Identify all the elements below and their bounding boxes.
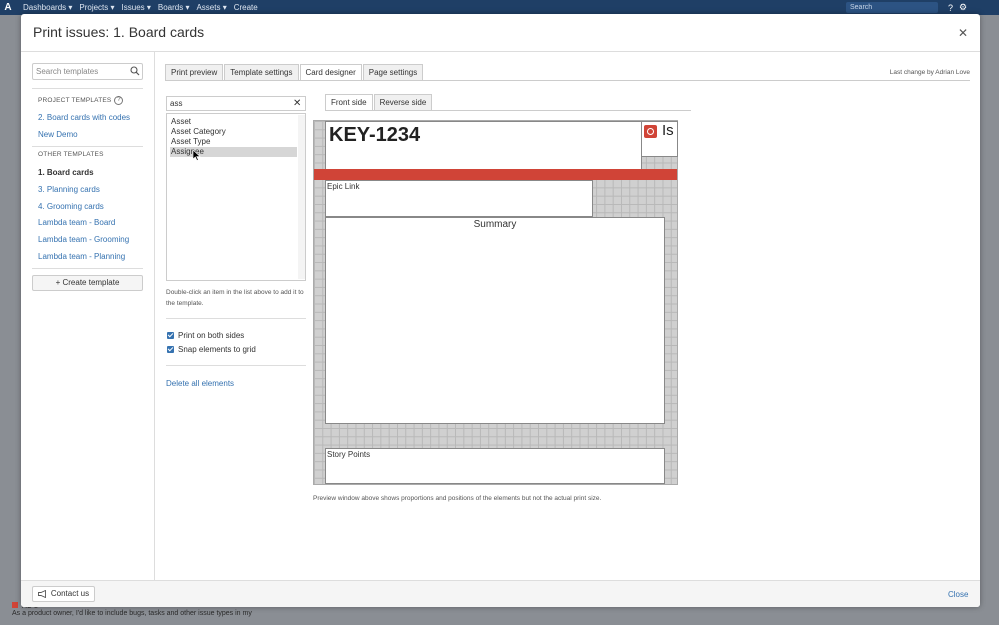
dialog-title: Print issues: 1. Board cards bbox=[33, 24, 205, 40]
snap-to-grid-label: Snap elements to grid bbox=[178, 345, 256, 354]
preview-note: Preview window above shows proportions a… bbox=[313, 495, 602, 502]
divider bbox=[166, 365, 306, 366]
global-search-input[interactable]: Search bbox=[846, 2, 938, 13]
close-button[interactable]: Close bbox=[948, 590, 968, 599]
tab-reverse-side[interactable]: Reverse side bbox=[373, 94, 433, 110]
close-icon[interactable]: ✕ bbox=[958, 26, 968, 40]
card-element-issue-key[interactable]: KEY-1234 bbox=[325, 121, 642, 171]
dialog-footer: Contact us Close bbox=[21, 580, 980, 607]
card-element-summary[interactable]: Summary bbox=[325, 217, 665, 424]
field-item-asset-category[interactable]: Asset Category bbox=[170, 127, 297, 137]
divider bbox=[166, 318, 306, 319]
megaphone-icon bbox=[37, 590, 46, 598]
last-change-info: Last change by Adrian Love bbox=[889, 69, 970, 76]
contact-us-label: Contact us bbox=[50, 589, 90, 598]
print-both-sides-label: Print on both sides bbox=[178, 331, 245, 340]
field-item-asset-type[interactable]: Asset Type bbox=[170, 137, 297, 147]
template-link-new-demo[interactable]: New Demo bbox=[38, 130, 78, 139]
nav-create-button[interactable]: Create bbox=[234, 3, 258, 12]
card-side-tabs: Front side Reverse side bbox=[325, 94, 433, 110]
top-navigation: A Dashboards ▾ Projects ▾ Issues ▾ Board… bbox=[0, 0, 999, 15]
card-element-epic-link[interactable]: Epic Link bbox=[325, 180, 593, 217]
settings-gear-icon[interactable]: ⚙ bbox=[959, 2, 967, 13]
field-list[interactable]: Asset Asset Category Asset Type Assignee bbox=[166, 113, 306, 281]
template-sidebar: PROJECT TEMPLATES ? 2. Board cards with … bbox=[21, 52, 155, 580]
checkbox-checked-icon[interactable] bbox=[167, 332, 174, 339]
top-icons: ? ⚙ bbox=[948, 1, 996, 14]
divider bbox=[32, 268, 143, 269]
tab-template-settings[interactable]: Template settings bbox=[224, 64, 299, 80]
template-link-lambda-board[interactable]: Lambda team - Board bbox=[38, 218, 115, 227]
create-template-label: Create template bbox=[62, 278, 120, 287]
tab-print-preview[interactable]: Print preview bbox=[165, 64, 224, 80]
help-circle-icon[interactable]: ? bbox=[114, 96, 124, 105]
dialog-header: Print issues: 1. Board cards ✕ bbox=[21, 14, 980, 52]
side-tab-underline bbox=[325, 110, 691, 111]
field-item-asset[interactable]: Asset bbox=[170, 117, 297, 127]
summary-label: Summary bbox=[473, 219, 517, 230]
card-element-issue-type[interactable]: Is bbox=[641, 121, 678, 157]
nav-dashboards[interactable]: Dashboards ▾ bbox=[23, 3, 72, 12]
template-link-board-cards[interactable]: 1. Board cards bbox=[38, 168, 94, 177]
template-search-box[interactable] bbox=[32, 63, 143, 80]
card-element-color-bar[interactable] bbox=[314, 169, 677, 180]
story-points-label: Story Points bbox=[327, 450, 371, 459]
divider bbox=[32, 146, 143, 147]
template-link-grooming-cards[interactable]: 4. Grooming cards bbox=[38, 202, 104, 211]
template-link-lambda-planning[interactable]: Lambda team - Planning bbox=[38, 252, 125, 261]
nav-issues[interactable]: Issues ▾ bbox=[122, 3, 151, 12]
project-templates-heading: PROJECT TEMPLATES ? bbox=[38, 96, 124, 105]
field-list-scrollbar[interactable] bbox=[298, 115, 305, 279]
main-panel: Print preview Template settings Card des… bbox=[155, 52, 980, 580]
template-link-planning-cards[interactable]: 3. Planning cards bbox=[38, 185, 100, 194]
card-design-canvas[interactable]: KEY-1234 Is Epic Link Summary Story Poin… bbox=[313, 120, 678, 485]
card-element-story-points[interactable]: Story Points bbox=[325, 448, 665, 484]
tab-front-side[interactable]: Front side bbox=[325, 94, 373, 110]
template-link-board-cards-codes[interactable]: 2. Board cards with codes bbox=[38, 113, 130, 122]
help-icon[interactable]: ? bbox=[948, 3, 953, 13]
field-item-assignee[interactable]: Assignee bbox=[170, 147, 297, 157]
nav-assets[interactable]: Assets ▾ bbox=[196, 3, 226, 12]
contact-us-button[interactable]: Contact us bbox=[32, 586, 95, 602]
issue-type-text: Is bbox=[662, 122, 674, 139]
other-templates-heading: OTHER TEMPLATES bbox=[38, 151, 104, 158]
mouse-pointer-icon bbox=[193, 150, 201, 161]
template-search-input[interactable] bbox=[33, 64, 123, 79]
project-templates-label: PROJECT TEMPLATES bbox=[38, 97, 112, 104]
tab-page-settings[interactable]: Page settings bbox=[362, 64, 424, 80]
nav-projects[interactable]: Projects ▾ bbox=[79, 3, 114, 12]
epic-link-label: Epic Link bbox=[327, 182, 360, 191]
print-issues-dialog: Print issues: 1. Board cards ✕ PROJECT T… bbox=[21, 14, 980, 607]
issue-type-bug-icon bbox=[644, 125, 657, 138]
field-filter-input[interactable] bbox=[167, 97, 287, 110]
clear-filter-icon[interactable]: ✕ bbox=[293, 97, 301, 110]
delete-all-elements-link[interactable]: Delete all elements bbox=[166, 379, 234, 388]
issue-key-text: KEY-1234 bbox=[329, 124, 421, 146]
divider bbox=[32, 88, 143, 89]
tab-underline bbox=[165, 80, 970, 81]
main-tabs: Print preview Template settings Card des… bbox=[165, 64, 424, 80]
field-list-hint: Double-click an item in the list above t… bbox=[166, 289, 304, 307]
nav-boards[interactable]: Boards ▾ bbox=[158, 3, 190, 12]
bug-icon bbox=[12, 602, 18, 608]
checkbox-checked-icon[interactable] bbox=[167, 346, 174, 353]
background-card-text: As a product owner, I'd like to include … bbox=[12, 610, 252, 617]
create-template-button[interactable]: + Create template bbox=[32, 275, 143, 291]
snap-to-grid-checkbox[interactable]: Snap elements to grid bbox=[167, 345, 256, 354]
tab-card-designer[interactable]: Card designer bbox=[299, 64, 362, 80]
template-link-lambda-grooming[interactable]: Lambda team - Grooming bbox=[38, 235, 129, 244]
app-logo-icon[interactable]: A bbox=[0, 2, 16, 13]
plus-icon: + bbox=[55, 278, 61, 287]
print-both-sides-checkbox[interactable]: Print on both sides bbox=[167, 331, 244, 340]
field-filter-box[interactable]: ✕ bbox=[166, 96, 306, 111]
search-icon[interactable] bbox=[130, 66, 140, 76]
